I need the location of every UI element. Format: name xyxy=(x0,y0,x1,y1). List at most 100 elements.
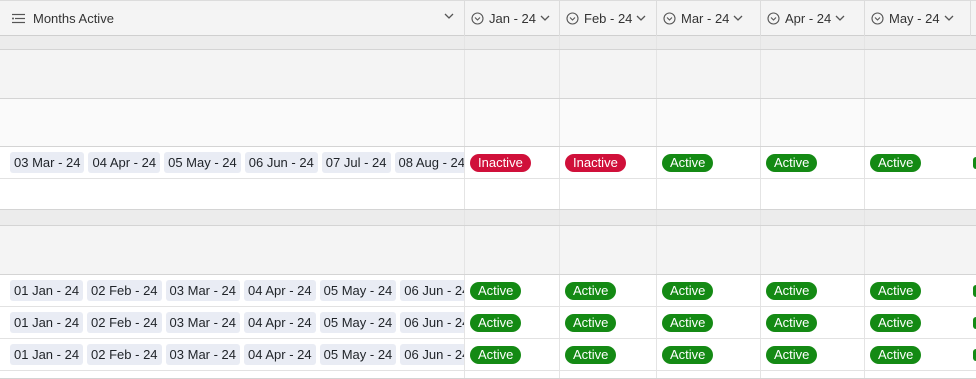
status-badge[interactable]: Active xyxy=(565,314,617,332)
month-chip: 03 Mar - 24 xyxy=(165,280,241,301)
group-header-row xyxy=(0,36,976,50)
month-chip: 02 Feb - 24 xyxy=(87,344,162,365)
month-chip: 06 Jun - 24 xyxy=(400,280,464,301)
month-chip: 04 Apr - 24 xyxy=(88,152,161,173)
status-badge[interactable]: Active xyxy=(766,346,818,364)
chevron-down-icon[interactable] xyxy=(733,15,743,22)
table-row[interactable]: 03 Mar - 24 04 Apr - 24 05 May - 24 06 Jun … xyxy=(0,147,976,179)
table-row[interactable]: 01 Jan - 24 02 Feb - 24 03 Mar - 24 04 Apr … xyxy=(0,275,976,307)
month-chip: 04 Apr - 24 xyxy=(244,280,316,301)
empty-row xyxy=(0,371,976,379)
column-divider xyxy=(464,99,465,146)
status-badge[interactable]: Active xyxy=(470,314,522,332)
chevron-down-icon[interactable] xyxy=(835,15,845,22)
column-divider xyxy=(559,99,560,146)
column-divider xyxy=(864,210,865,225)
column-divider xyxy=(760,339,761,370)
column-divider xyxy=(464,179,465,209)
column-divider xyxy=(464,210,465,225)
column-divider xyxy=(864,275,865,306)
group-header-row xyxy=(0,50,976,99)
column-divider xyxy=(464,307,465,338)
column-divider xyxy=(464,371,465,378)
column-divider xyxy=(559,275,560,306)
column-divider xyxy=(760,179,761,209)
column-header-months-active[interactable]: Months Active xyxy=(0,1,464,36)
column-divider xyxy=(656,99,657,146)
column-divider xyxy=(760,371,761,378)
table-row[interactable]: 01 Jan - 24 02 Feb - 24 03 Mar - 24 04 Apr … xyxy=(0,339,976,371)
status-badge[interactable]: Active xyxy=(565,282,617,300)
month-chip: 01 Jan - 24 xyxy=(10,312,84,333)
status-badge[interactable]: Active xyxy=(662,154,714,172)
chevron-down-icon[interactable] xyxy=(636,15,646,22)
table-row[interactable]: 01 Jan - 24 02 Feb - 24 03 Mar - 24 04 Apr … xyxy=(0,307,976,339)
lines-field-icon xyxy=(12,13,25,24)
months-active-cell[interactable]: 03 Mar - 24 04 Apr - 24 05 May - 24 06 Jun … xyxy=(0,147,464,178)
month-chip: 02 Feb - 24 xyxy=(87,280,162,301)
month-chip: 03 Mar - 24 xyxy=(10,152,85,173)
chevron-down-icon[interactable] xyxy=(540,15,550,22)
chevron-down-icon[interactable] xyxy=(444,13,454,20)
column-divider xyxy=(760,99,761,146)
status-badge[interactable]: Active xyxy=(470,346,522,364)
month-chip: 01 Jan - 24 xyxy=(10,280,84,301)
status-badge[interactable]: Active xyxy=(766,314,818,332)
status-badge[interactable]: Active xyxy=(870,282,922,300)
column-header-month[interactable]: Mar - 24 xyxy=(656,1,760,36)
month-chip: 05 May - 24 xyxy=(164,152,241,173)
month-chip: 05 May - 24 xyxy=(319,344,397,365)
status-badge[interactable]: Inactive xyxy=(470,154,531,172)
column-divider xyxy=(760,226,761,274)
column-header-month[interactable]: May - 24 xyxy=(864,1,976,36)
status-badge[interactable]: Active xyxy=(870,346,922,364)
group-header-row xyxy=(0,99,976,147)
chevron-down-icon[interactable] xyxy=(944,15,954,22)
column-divider xyxy=(864,226,865,274)
circle-chevron-icon xyxy=(471,12,484,25)
month-chip: 03 Mar - 24 xyxy=(165,344,241,365)
month-chip: 05 May - 24 xyxy=(319,280,397,301)
status-badge[interactable]: Active xyxy=(662,282,714,300)
column-divider xyxy=(559,50,560,98)
status-badge[interactable]: Active xyxy=(565,346,617,364)
column-header-month[interactable]: Jan - 24 xyxy=(464,1,559,36)
status-badge[interactable]: Inactive xyxy=(565,154,626,172)
column-header-month[interactable]: Feb - 24 xyxy=(559,1,656,36)
months-active-cell[interactable]: 01 Jan - 24 02 Feb - 24 03 Mar - 24 04 Apr … xyxy=(0,307,464,338)
column-divider xyxy=(864,147,865,178)
month-chip: 02 Feb - 24 xyxy=(87,312,162,333)
column-divider xyxy=(464,226,465,274)
column-header-label: Months Active xyxy=(33,11,114,26)
column-divider xyxy=(559,339,560,370)
status-badge[interactable]: Active xyxy=(470,282,522,300)
empty-row xyxy=(0,179,976,210)
circle-chevron-icon xyxy=(663,12,676,25)
months-active-cell[interactable]: 01 Jan - 24 02 Feb - 24 03 Mar - 24 04 Apr … xyxy=(0,339,464,370)
column-divider xyxy=(464,50,465,98)
month-chip: 06 Jun - 24 xyxy=(400,344,464,365)
column-divider xyxy=(864,179,865,209)
status-badge[interactable]: Active xyxy=(662,314,714,332)
column-divider xyxy=(656,210,657,225)
status-badge[interactable]: Active xyxy=(766,282,818,300)
column-divider xyxy=(559,371,560,378)
circle-chevron-icon xyxy=(767,12,780,25)
column-divider xyxy=(559,226,560,274)
status-badge[interactable]: Active xyxy=(870,154,922,172)
status-badge[interactable]: Active xyxy=(870,314,922,332)
status-badge[interactable]: Active xyxy=(662,346,714,364)
column-divider xyxy=(656,36,657,49)
column-divider xyxy=(656,226,657,274)
month-chip: 07 Jul - 24 xyxy=(321,152,391,173)
column-divider xyxy=(760,275,761,306)
column-divider xyxy=(559,179,560,209)
column-divider xyxy=(760,147,761,178)
column-header-month[interactable]: Apr - 24 xyxy=(760,1,864,36)
month-chip: 04 Apr - 24 xyxy=(244,312,316,333)
months-active-cell[interactable]: 01 Jan - 24 02 Feb - 24 03 Mar - 24 04 Apr … xyxy=(0,275,464,306)
month-chip: 06 Jun - 24 xyxy=(400,312,464,333)
month-chip: 04 Apr - 24 xyxy=(244,344,316,365)
status-badge[interactable]: Active xyxy=(766,154,818,172)
grid: Months Active Jan - 24 Feb - 24 Mar - 24 Ap… xyxy=(0,0,976,379)
